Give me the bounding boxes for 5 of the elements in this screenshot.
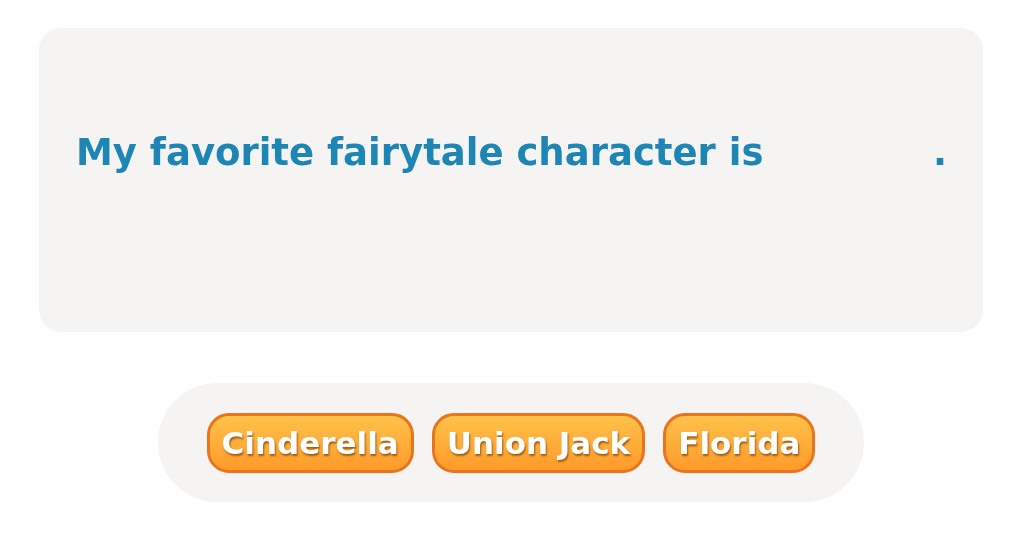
answer-option[interactable]: Union Jack [431,412,646,473]
answer-option[interactable]: Cinderella [206,412,414,473]
sentence-end: . [932,130,947,174]
sentence-text: My favorite fairytale character is [76,130,764,174]
answer-option[interactable]: Florida [663,412,816,473]
